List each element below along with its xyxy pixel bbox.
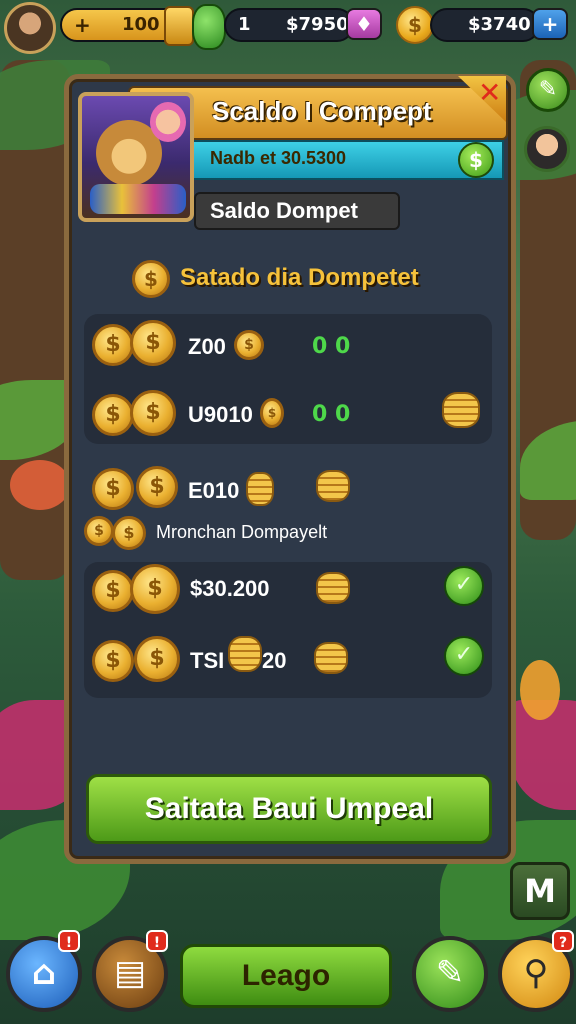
balance-text: Nadb et 30.5300 bbox=[210, 148, 347, 168]
tab-saldo-dompet[interactable]: Saldo Dompet bbox=[194, 192, 400, 230]
cash2-value: $3740 bbox=[468, 14, 531, 35]
section-title: Satado dia Dompetet bbox=[180, 264, 419, 291]
coin-icon: $ bbox=[130, 320, 176, 366]
treasure-pile bbox=[90, 184, 186, 214]
coin-stack-icon bbox=[316, 572, 350, 604]
coin-icon: $ bbox=[396, 6, 434, 44]
panel-title: Scaldo I Compept bbox=[212, 96, 432, 126]
player-avatar[interactable] bbox=[4, 2, 56, 54]
coin-icon: $ bbox=[130, 390, 176, 436]
coin-icon: $ bbox=[132, 260, 170, 298]
side-leaf-button[interactable]: ✎ bbox=[526, 68, 570, 112]
m-button[interactable]: M bbox=[510, 862, 570, 920]
coin-icon: $ bbox=[130, 564, 180, 614]
gem-icon bbox=[192, 4, 226, 50]
confirm-check-button[interactable]: ✓ bbox=[444, 566, 484, 606]
plus-icon[interactable]: + bbox=[74, 10, 91, 40]
coin-icon: $ bbox=[92, 394, 134, 436]
add-cash-button[interactable]: + bbox=[532, 8, 568, 40]
coin-icon: $ bbox=[92, 640, 134, 682]
row-green-value: 0 0 bbox=[312, 334, 351, 359]
coin-icon: $ bbox=[134, 636, 180, 682]
dollar-button[interactable]: $ bbox=[458, 142, 494, 178]
friend-avatar[interactable] bbox=[524, 126, 570, 172]
gem-count: 1 bbox=[238, 14, 251, 35]
row-green-value: 0 0 bbox=[312, 402, 351, 427]
character-portrait bbox=[78, 92, 194, 222]
gold-bar-icon bbox=[164, 6, 194, 46]
gold-value: 100 bbox=[122, 14, 160, 35]
confirm-check-button[interactable]: ✓ bbox=[444, 636, 484, 676]
tools-icon[interactable]: ✎ bbox=[412, 936, 488, 1012]
leago-button[interactable]: Leago bbox=[180, 944, 392, 1008]
gem-counter: 1 $7950 bbox=[224, 8, 354, 42]
coin-icon: $ bbox=[92, 324, 134, 366]
row-extra: 20 bbox=[262, 648, 287, 673]
cash2-counter: $3740 bbox=[430, 8, 540, 42]
main-action-button[interactable]: Saitata Baui Umpeal bbox=[86, 774, 492, 844]
row-amount: E010 bbox=[188, 478, 240, 503]
row-amount: Z00 bbox=[188, 334, 226, 359]
coin-icon: $ bbox=[92, 570, 134, 612]
coin-stack-icon bbox=[314, 642, 348, 674]
coin-stack-icon bbox=[228, 636, 262, 672]
coin-icon: $ bbox=[136, 466, 178, 508]
coin-icon: $ bbox=[112, 516, 146, 550]
bottom-nav: ⌂ ! ▤ ! Leago ✎ ⚲ ? bbox=[0, 930, 576, 1024]
coin-icon: $ bbox=[260, 398, 284, 428]
notification-badge: ! bbox=[146, 930, 168, 952]
coin-stack-icon bbox=[442, 392, 480, 428]
coin-icon: $ bbox=[234, 330, 264, 360]
gift-icon[interactable]: ♦ bbox=[346, 8, 382, 40]
top-hud: + 100 1 $7950 ♦ $ $3740 + bbox=[0, 0, 576, 56]
coin-stack-icon bbox=[246, 472, 274, 506]
cash1-value: $7950 bbox=[286, 14, 349, 35]
row-amount: $30.200 bbox=[190, 576, 270, 601]
notification-badge: ! bbox=[58, 930, 80, 952]
notification-badge: ? bbox=[552, 930, 574, 952]
coin-stack-icon bbox=[316, 470, 350, 502]
coin-icon: $ bbox=[84, 516, 114, 546]
row-amount: TSI bbox=[190, 648, 225, 673]
close-icon[interactable]: ✕ bbox=[478, 76, 501, 109]
coin-icon: $ bbox=[92, 468, 134, 510]
subsection-label: Mronchan Dompayelt bbox=[156, 522, 328, 542]
row-amount: U9010 bbox=[188, 402, 253, 427]
girl-character bbox=[150, 102, 186, 142]
